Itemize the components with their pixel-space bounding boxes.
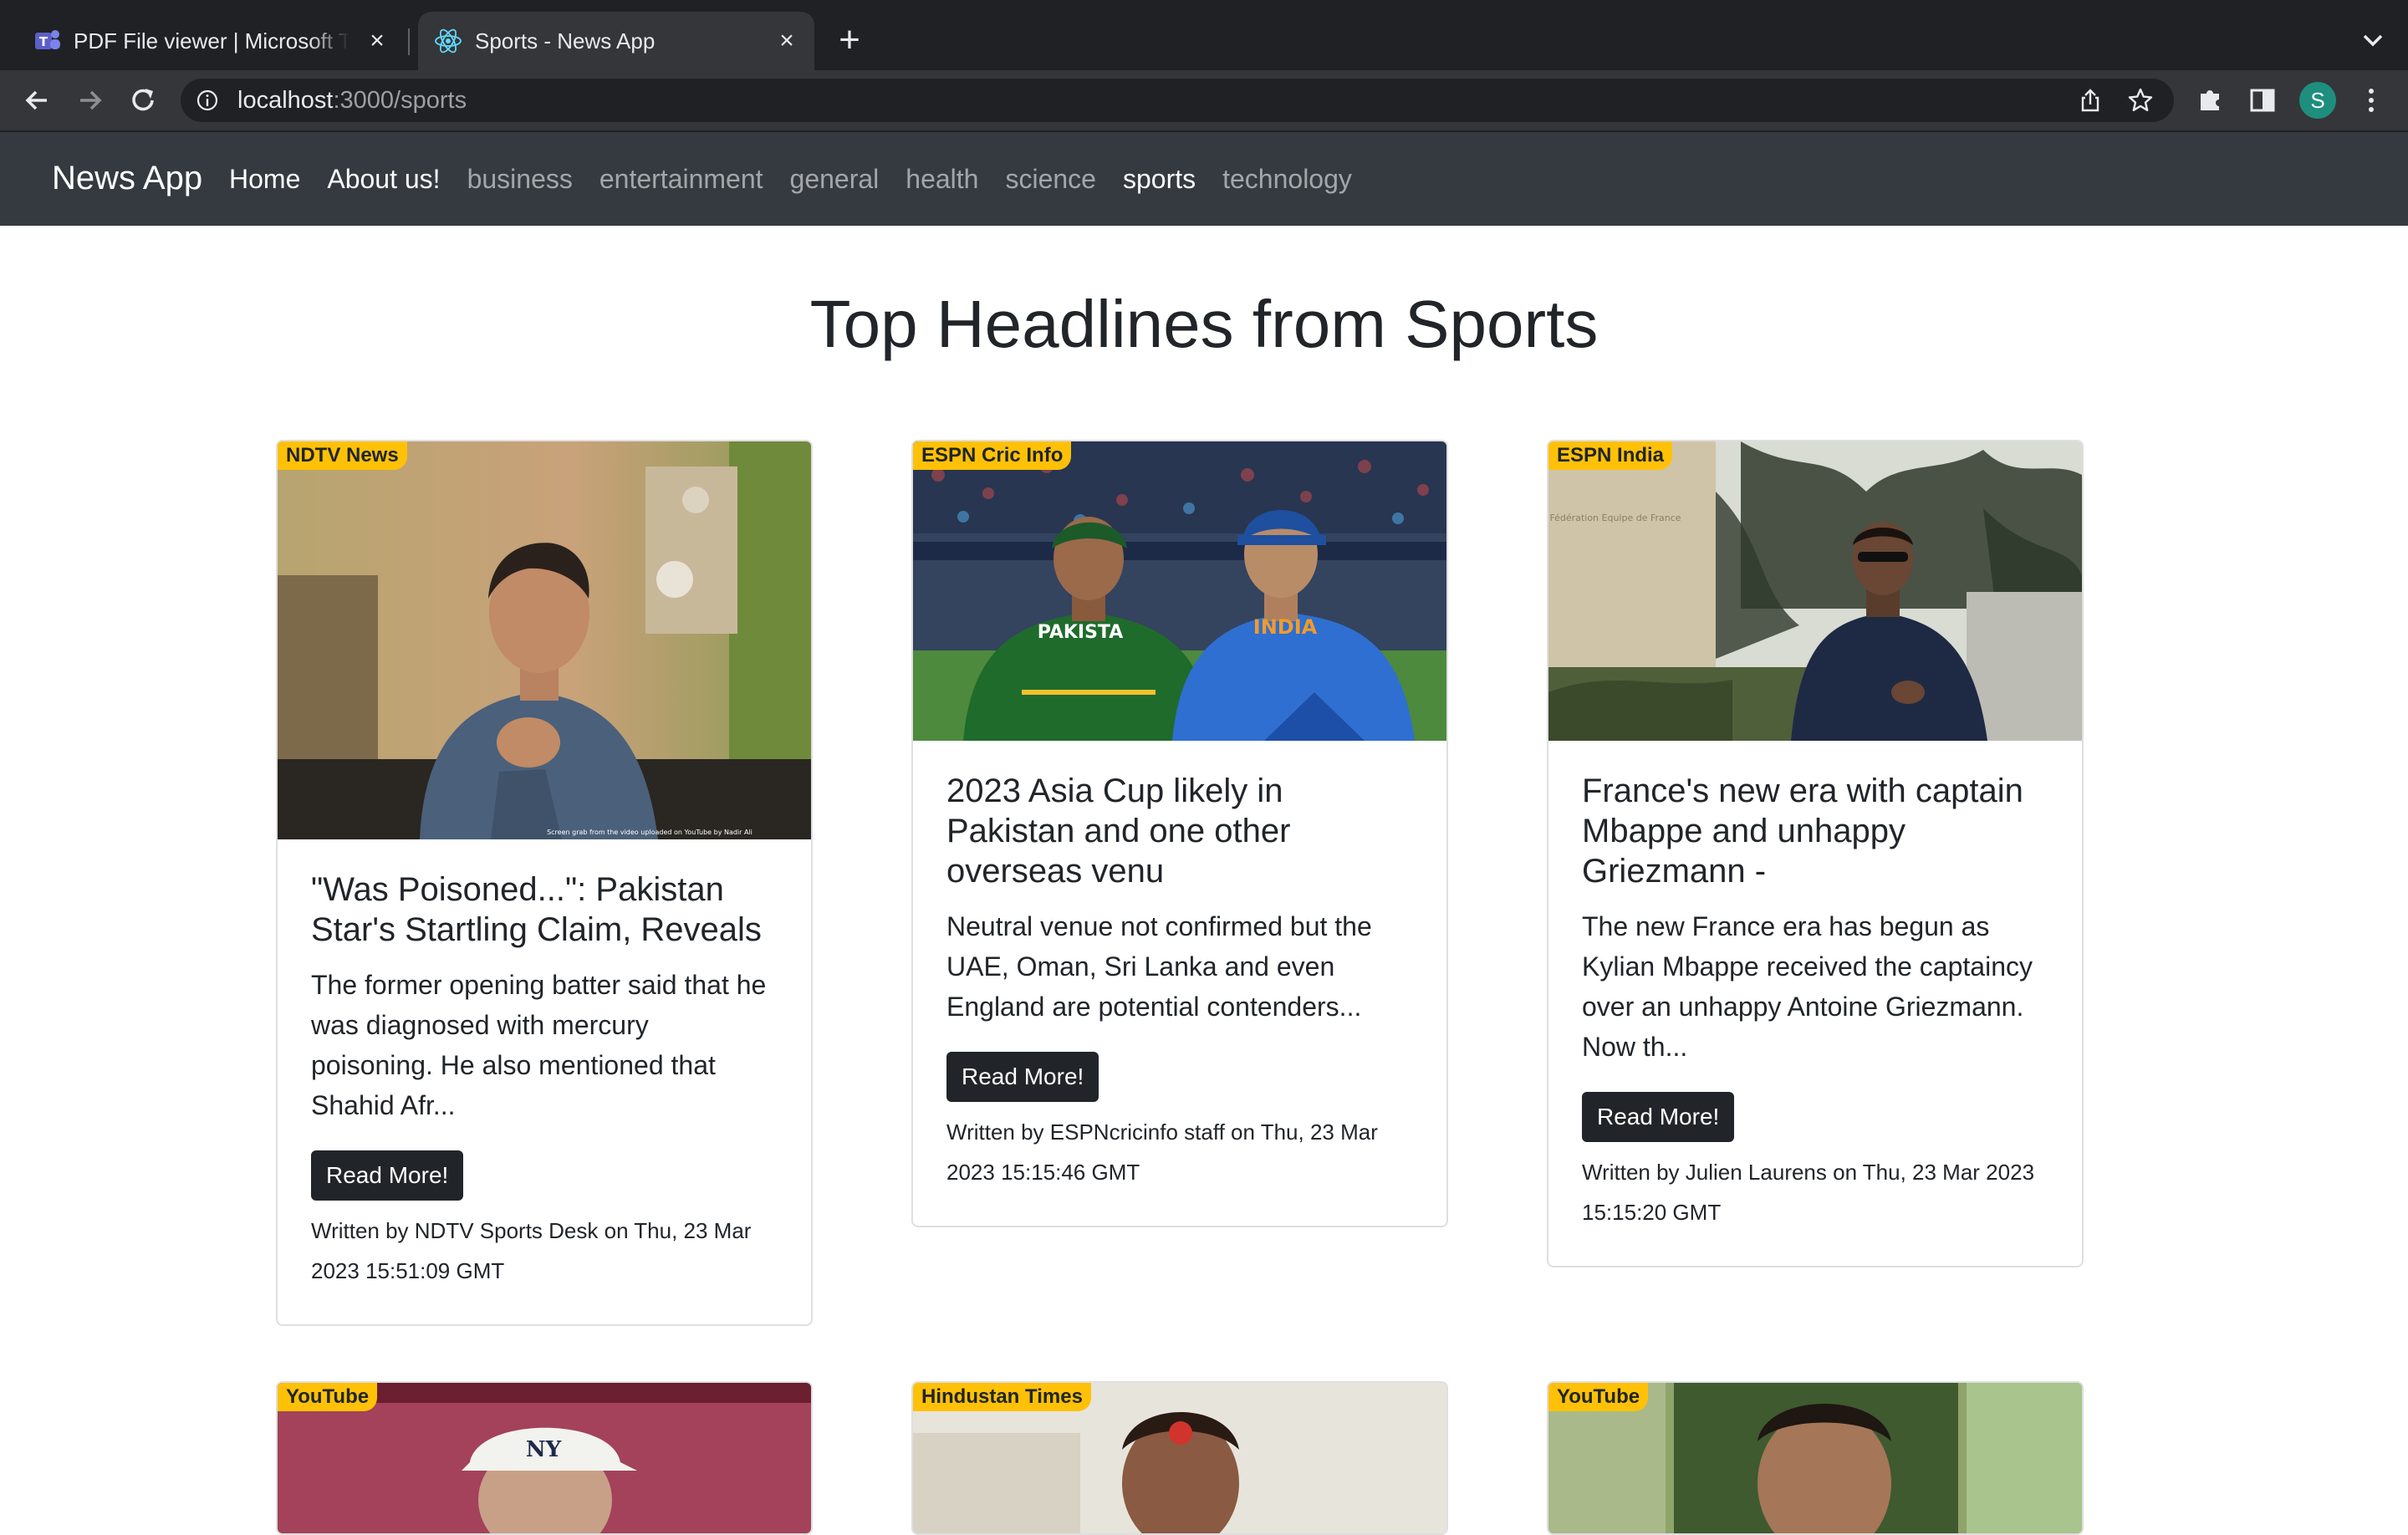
- article-description: The former opening batter said that he w…: [311, 970, 767, 1120]
- source-badge: ESPN India: [1548, 441, 1673, 470]
- read-more-button[interactable]: Read More!: [311, 1150, 464, 1201]
- nav-link-general[interactable]: general: [777, 162, 893, 196]
- teams-icon: T: [35, 30, 60, 49]
- article-image[interactable]: ESPN India Fédération Equipe de France: [1548, 441, 2082, 741]
- share-icon[interactable]: [2077, 87, 2104, 114]
- browser-toolbar: localhost:3000/sports S: [0, 70, 2408, 132]
- app-navbar: News App Home About us! business enterta…: [0, 132, 2408, 226]
- article-title: France's new era with captain Mbappe and…: [1582, 773, 2023, 890]
- browser-tab-teams[interactable]: T PDF File viewer | Microsoft Teams ×: [17, 12, 405, 70]
- chevron-down-icon[interactable]: [2356, 23, 2390, 57]
- news-card: YouTube: [1547, 1381, 2084, 1535]
- extensions-puzzle-icon[interactable]: [2192, 82, 2229, 119]
- news-card: ESPN Cric Info PAKISTA INDIA 2023 Asia C…: [911, 440, 1448, 1227]
- nav-links: Home About us! business entertainment ge…: [216, 132, 1365, 226]
- read-more-button[interactable]: Read More!: [1582, 1092, 1735, 1142]
- article-image[interactable]: NDTV News Screen grab from the video upl…: [278, 441, 811, 839]
- nav-link-sports[interactable]: sports: [1110, 162, 1209, 196]
- nav-link-home[interactable]: Home: [216, 162, 314, 196]
- tab-divider: [408, 28, 410, 55]
- nav-link-technology[interactable]: technology: [1209, 162, 1365, 196]
- card-body: "Was Poisoned...": Pakistan Star's Start…: [278, 839, 811, 1324]
- browser-tab-strip: T PDF File viewer | Microsoft Teams × Sp…: [0, 0, 2408, 70]
- article-image[interactable]: ESPN Cric Info PAKISTA INDIA: [913, 441, 1446, 741]
- new-tab-plus-icon[interactable]: +: [833, 22, 866, 59]
- news-card: NDTV News Screen grab from the video upl…: [276, 440, 813, 1326]
- bookmark-star-icon[interactable]: [2127, 87, 2154, 114]
- site-info-icon[interactable]: [196, 89, 219, 112]
- nav-link-science[interactable]: science: [992, 162, 1110, 196]
- profile-avatar[interactable]: S: [2299, 82, 2336, 119]
- nav-link-business[interactable]: business: [454, 162, 586, 196]
- plaque-text: Fédération Equipe de France: [1549, 513, 1681, 523]
- nav-link-health[interactable]: health: [892, 162, 992, 196]
- brand-link[interactable]: News App: [52, 157, 202, 199]
- address-bar[interactable]: localhost:3000/sports: [181, 79, 2174, 122]
- tab-title: Sports - News App: [475, 28, 656, 54]
- side-panel-icon[interactable]: [2244, 82, 2281, 119]
- nav-link-entertainment[interactable]: entertainment: [586, 162, 777, 196]
- article-photo: Screen grab from the video uploaded on Y…: [278, 441, 811, 839]
- card-body: France's new era with captain Mbappe and…: [1548, 741, 2082, 1266]
- close-tab-icon[interactable]: ×: [774, 28, 799, 54]
- back-arrow-icon[interactable]: [18, 82, 55, 119]
- article-image[interactable]: YouTube NY: [278, 1383, 811, 1533]
- jersey-text-india: INDIA: [1253, 615, 1318, 639]
- article-image[interactable]: Hindustan Times: [913, 1383, 1446, 1533]
- article-byline: Written by Julien Laurens on Thu, 23 Mar…: [1582, 1160, 2035, 1225]
- forward-arrow-icon[interactable]: [72, 82, 109, 119]
- jersey-text-pakistan: PAKISTA: [1038, 622, 1124, 643]
- close-tab-icon[interactable]: ×: [365, 28, 390, 54]
- article-byline: Written by ESPNcricinfo staff on Thu, 23…: [946, 1119, 1378, 1185]
- nav-link-about[interactable]: About us!: [314, 162, 453, 196]
- url-text: localhost:3000/sports: [237, 85, 467, 115]
- article-description: The new France era has begun as Kylian M…: [1582, 911, 2033, 1062]
- source-badge: YouTube: [278, 1383, 378, 1411]
- article-title: 2023 Asia Cup likely in Pakistan and one…: [946, 773, 1291, 890]
- article-description: Neutral venue not confirmed but the UAE,…: [946, 911, 1372, 1022]
- article-photo: PAKISTA INDIA: [913, 441, 1446, 741]
- news-card: ESPN India Fédération Equipe de France F…: [1547, 440, 2084, 1267]
- source-badge: ESPN Cric Info: [913, 441, 1072, 470]
- browser-tab-news-app[interactable]: Sports - News App ×: [418, 12, 814, 70]
- news-card: YouTube NY: [276, 1381, 813, 1535]
- card-body: 2023 Asia Cup likely in Pakistan and one…: [913, 741, 1446, 1226]
- reload-icon[interactable]: [125, 82, 162, 119]
- article-byline: Written by NDTV Sports Desk on Thu, 23 M…: [311, 1218, 752, 1283]
- svg-text:NY: NY: [526, 1437, 562, 1462]
- news-card: Hindustan Times: [911, 1381, 1448, 1535]
- article-photo: Fédération Equipe de France: [1548, 441, 2082, 741]
- source-badge: YouTube: [1548, 1383, 1649, 1411]
- source-badge: Hindustan Times: [913, 1383, 1091, 1411]
- image-caption: Screen grab from the video uploaded on Y…: [547, 829, 752, 836]
- react-icon: [435, 28, 462, 54]
- svg-text:T: T: [39, 34, 48, 49]
- article-title: "Was Poisoned...": Pakistan Star's Start…: [311, 871, 762, 948]
- tab-title: PDF File viewer | Microsoft Teams: [74, 28, 349, 54]
- url-host: localhost: [237, 87, 334, 114]
- page-title: Top Headlines from Sports: [809, 287, 1599, 361]
- more-menu-icon[interactable]: [2353, 82, 2390, 119]
- article-image[interactable]: YouTube: [1548, 1383, 2082, 1533]
- read-more-button[interactable]: Read More!: [946, 1052, 1099, 1102]
- source-badge: NDTV News: [278, 441, 407, 470]
- url-path: :3000/sports: [333, 87, 467, 114]
